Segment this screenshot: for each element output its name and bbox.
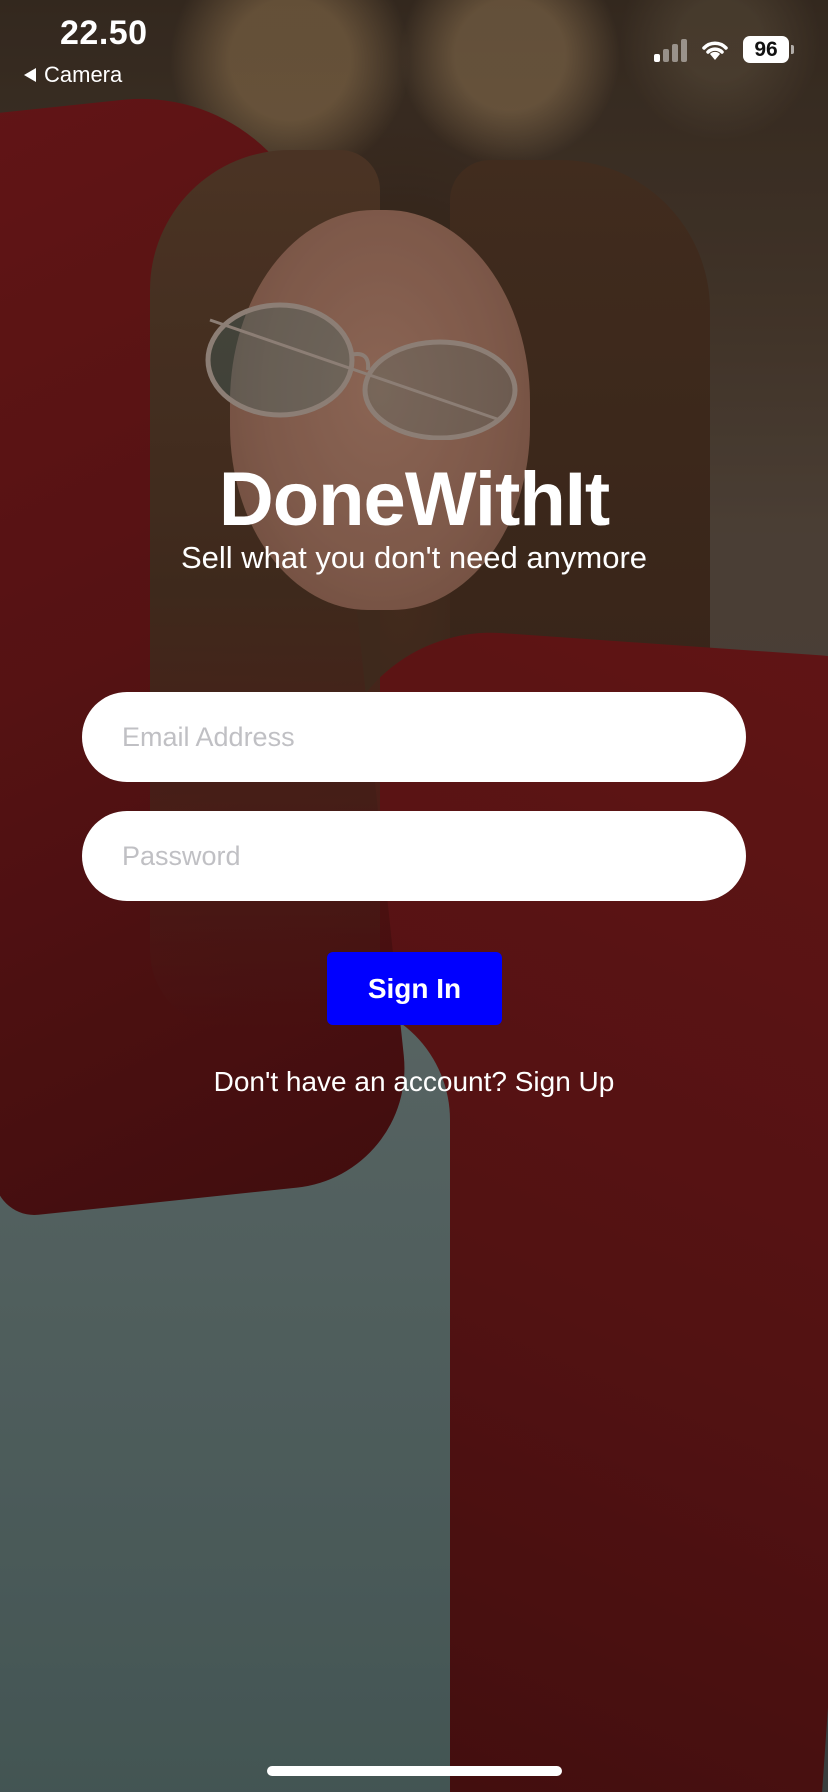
sign-up-link[interactable]: Don't have an account? Sign Up — [0, 1066, 828, 1098]
status-time: 22.50 — [60, 14, 148, 52]
cellular-signal-icon — [654, 38, 687, 62]
email-field[interactable] — [82, 692, 746, 782]
password-field[interactable] — [82, 811, 746, 901]
login-screen: 22.50 Camera 96 DoneWithIt Sell what you… — [0, 0, 828, 1792]
status-indicators: 96 — [654, 36, 794, 63]
sign-in-button[interactable]: Sign In — [327, 952, 502, 1025]
battery-icon: 96 — [743, 36, 794, 63]
app-title: DoneWithIt — [218, 457, 610, 542]
battery-level: 96 — [743, 36, 789, 63]
home-indicator[interactable] — [267, 1766, 562, 1776]
back-arrow-icon — [24, 68, 36, 82]
back-label: Camera — [44, 62, 123, 87]
back-to-camera-link[interactable]: Camera — [24, 62, 122, 88]
wifi-icon — [702, 40, 728, 60]
app-tagline: Sell what you don't need anymore — [180, 540, 648, 575]
